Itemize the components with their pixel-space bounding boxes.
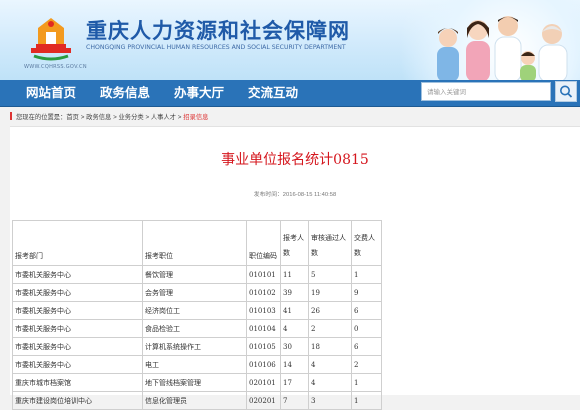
table-row: 重庆市城市档案馆 地下管线档案管理 020101 17 4 1 [12,373,382,392]
table-row: 市委机关服务中心 电工 010106 14 4 2 [12,355,382,374]
person-elder [538,24,568,80]
header-cell-applicants: 报考人数 [280,220,309,266]
cell-approved: 3 [308,391,352,410]
cell-applicants: 41 [280,301,309,320]
cell-code: 010105 [246,337,281,356]
cell-approved: 4 [308,373,352,392]
header-cell-code: 职位编码 [246,220,281,266]
cell-paid: 6 [351,301,382,320]
cell-approved: 2 [308,319,352,338]
breadcrumb-path[interactable]: 首页 > 政务信息 > 业务分类 > 人事人才 > [66,114,181,121]
table-row: 市委机关服务中心 食品检验工 010104 4 2 0 [12,319,382,338]
article-title: 事业单位报名统计0815 [221,152,369,168]
cell-paid: 9 [351,283,382,302]
cell-position: 食品检验工 [142,319,247,338]
header-cell-position: 报考职位 [142,220,247,266]
person-mid-man [494,16,522,80]
cell-paid: 2 [351,355,382,374]
family-illustration [437,16,568,80]
cell-code: 010101 [246,265,281,284]
cell-approved: 4 [308,355,352,374]
cell-position: 会务管理 [142,283,247,302]
table-header-row: 报考部门 报考职位 职位编码 报考人数 审核通过人数 交费人数 [12,220,382,266]
statistics-table: 报考部门 报考职位 职位编码 报考人数 审核通过人数 交费人数 市委机关服务中心… [12,220,382,410]
cell-applicants: 39 [280,283,309,302]
nav-item-home[interactable]: 网站首页 [26,80,76,106]
cell-applicants: 30 [280,337,309,356]
table-row: 市委机关服务中心 会务管理 010102 39 19 9 [12,283,382,302]
cell-paid: 1 [351,265,382,284]
cell-paid: 6 [351,337,382,356]
cell-paid: 0 [351,319,382,338]
search-button[interactable] [555,81,577,102]
cell-position: 餐饮管理 [142,265,247,284]
cell-code: 020101 [246,373,281,392]
cell-position: 经济岗位工 [142,301,247,320]
cell-department: 市委机关服务中心 [12,283,143,302]
site-header: WWW.CQHRSS.GOV.CN 重庆人力资源和社会保障网 CHONGQING… [0,0,580,80]
person-left [437,28,459,80]
header-cell-paid: 交费人数 [351,220,382,266]
table-row: 重庆市建设岗位培训中心 信息化管理员 020201 7 3 1 [12,391,382,410]
table-row: 市委机关服务中心 计算机系统操作工 010105 30 18 6 [12,337,382,356]
publish-time: 发布时间：2016-08-15 11:40:58 [253,192,337,198]
cell-position: 电工 [142,355,247,374]
cell-position: 信息化管理员 [142,391,247,410]
cell-code: 020201 [246,391,281,410]
table-row: 市委机关服务中心 经济岗位工 010103 41 26 6 [12,301,382,320]
cell-applicants: 17 [280,373,309,392]
cell-applicants: 4 [280,319,309,338]
cell-code: 010103 [246,301,281,320]
site-subtitle: CHONGQING PROVINCIAL HUMAN RESOURCES AND… [86,44,346,51]
cell-department: 市委机关服务中心 [12,355,143,374]
site-logo-icon[interactable] [28,10,74,62]
cell-approved: 26 [308,301,352,320]
breadcrumb: 您现在的位置是：首页 > 政务信息 > 业务分类 > 人事人才 > 招录信息 [10,112,208,121]
cell-applicants: 7 [280,391,309,410]
cell-approved: 18 [308,337,352,356]
site-title[interactable]: 重庆人力资源和社会保障网 [86,15,350,45]
cell-department: 市委机关服务中心 [12,337,143,356]
cell-paid: 1 [351,391,382,410]
breadcrumb-current[interactable]: 招录信息 [183,114,208,121]
search-icon [560,85,573,98]
header-cell-approved: 审核通过人数 [308,220,352,266]
cell-department: 市委机关服务中心 [12,301,143,320]
cell-code: 010102 [246,283,281,302]
cell-department: 重庆市建设岗位培训中心 [12,391,143,410]
cell-approved: 5 [308,265,352,284]
breadcrumb-marker [10,112,12,120]
cell-department: 重庆市城市档案馆 [12,373,143,392]
cell-applicants: 11 [280,265,309,284]
header-cell-department: 报考部门 [12,220,143,266]
nav-item-gov-info[interactable]: 政务信息 [100,80,150,106]
cell-applicants: 14 [280,355,309,374]
logo-url: WWW.CQHRSS.GOV.CN [24,64,87,70]
search-input[interactable]: 请输入关键词 [421,82,551,101]
cell-position: 计算机系统操作工 [142,337,247,356]
article-content: 事业单位报名统计0815 发布时间：2016-08-15 11:40:58 报考… [10,126,580,410]
nav-item-service-hall[interactable]: 办事大厅 [174,80,224,106]
person-mid-woman [466,20,490,80]
cell-department: 市委机关服务中心 [12,319,143,338]
cell-code: 010106 [246,355,281,374]
cell-code: 010104 [246,319,281,338]
nav-item-interaction[interactable]: 交流互动 [248,80,298,106]
cell-department: 市委机关服务中心 [12,265,143,284]
cell-approved: 19 [308,283,352,302]
cell-paid: 1 [351,373,382,392]
table-row: 市委机关服务中心 餐饮管理 010101 11 5 1 [12,265,382,284]
cell-position: 地下管线档案管理 [142,373,247,392]
person-child [520,51,536,80]
breadcrumb-prefix: 您现在的位置是： [16,114,67,121]
